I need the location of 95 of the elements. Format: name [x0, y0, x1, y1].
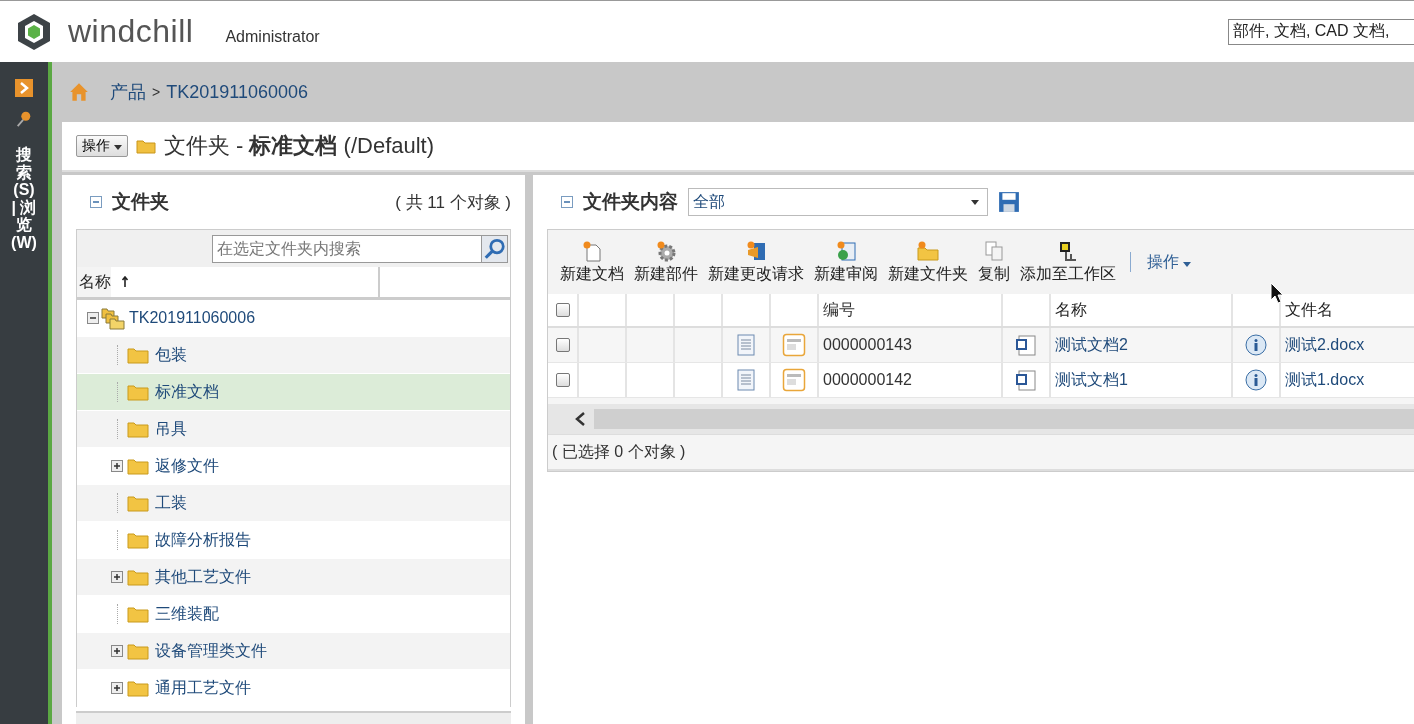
- toolbar-button[interactable]: 新建文档: [556, 237, 628, 287]
- tree-label[interactable]: 其他工艺文件: [155, 566, 251, 588]
- folder-icon: [127, 494, 149, 512]
- breadcrumb-link[interactable]: 产品: [110, 80, 146, 104]
- folder-icon: [127, 383, 149, 401]
- template-icon: [782, 368, 806, 392]
- word-file-icon: [1014, 333, 1038, 357]
- word-file-icon: [1014, 368, 1038, 392]
- logo-text: windchill: [68, 13, 194, 50]
- tree-label[interactable]: 标准文档: [155, 381, 219, 403]
- new-document-icon: [582, 239, 602, 262]
- caret-icon: [1183, 261, 1192, 267]
- change-request-icon: [746, 239, 766, 262]
- gear-icon: [656, 239, 676, 262]
- workspace-icon: [1058, 239, 1078, 262]
- tree-row[interactable]: 工装: [77, 485, 510, 522]
- expand-icon[interactable]: [111, 682, 123, 694]
- info-icon[interactable]: [1245, 369, 1267, 391]
- panel-title: 文件夹内容: [583, 190, 678, 214]
- column-header[interactable]: 名称: [1051, 294, 1233, 326]
- folder-icon: [135, 138, 156, 154]
- toolbar-button[interactable]: 新建更改请求: [704, 237, 808, 287]
- tree-row[interactable]: 设备管理类文件: [77, 633, 510, 670]
- sort-arrow-icon[interactable]: [121, 276, 129, 288]
- save-icon[interactable]: [998, 191, 1020, 213]
- toolbar-button[interactable]: 新建审阅: [810, 237, 882, 287]
- tree-label[interactable]: 吊具: [155, 418, 187, 440]
- breadcrumb-link[interactable]: TK201911060006: [166, 81, 308, 103]
- view-dropdown[interactable]: 全部: [688, 188, 988, 216]
- new-folder-icon: [917, 239, 939, 262]
- collapse-icon[interactable]: [561, 196, 573, 208]
- search-icon[interactable]: [15, 110, 33, 128]
- breadcrumb-separator: >: [152, 84, 161, 100]
- tree-label[interactable]: 三维装配: [155, 603, 219, 625]
- folder-icon: [127, 420, 149, 438]
- tree-row[interactable]: 包装: [77, 337, 510, 374]
- table-cell: 0000000142: [819, 363, 1003, 397]
- copy-icon: [984, 239, 1004, 262]
- template-icon: [782, 333, 806, 357]
- folder-icon: [127, 531, 149, 549]
- user-name: Administrator: [225, 27, 320, 46]
- tree-label[interactable]: 设备管理类文件: [155, 640, 267, 662]
- toolbar-button[interactable]: 添加至工作区: [1016, 237, 1120, 287]
- caret-icon: [113, 145, 122, 150]
- folder-icon: [127, 679, 149, 697]
- tree-label[interactable]: 工装: [155, 492, 187, 514]
- toolbar-button[interactable]: 新建文件夹: [884, 237, 972, 287]
- toolbar-button[interactable]: 新建部件: [630, 237, 702, 287]
- folder-icon: [127, 642, 149, 660]
- scroll-left-icon[interactable]: [574, 411, 586, 427]
- caret-icon: [971, 199, 979, 205]
- collapse-icon[interactable]: [90, 196, 102, 208]
- tree-label[interactable]: 故障分析报告: [155, 529, 251, 551]
- tree-label[interactable]: 返修文件: [155, 455, 219, 477]
- search-field[interactable]: 部件, 文档, CAD 文档,: [1228, 18, 1414, 45]
- tree-row[interactable]: 吊具: [77, 411, 510, 448]
- row-checkbox[interactable]: [555, 338, 570, 352]
- search-browse-tab[interactable]: 搜索(S) | 浏览(W): [9, 146, 39, 252]
- review-icon: [836, 239, 856, 262]
- expand-icon[interactable]: [111, 571, 123, 583]
- row-checkbox[interactable]: [555, 373, 570, 387]
- file-link[interactable]: 测试2.docx: [1285, 334, 1365, 356]
- select-all-checkbox[interactable]: [555, 303, 570, 317]
- tree-label[interactable]: TK201911060006: [129, 309, 256, 327]
- folder-icon: [127, 457, 149, 475]
- expand-icon[interactable]: [111, 645, 123, 657]
- folder-icon: [127, 605, 149, 623]
- folder-icon: [127, 568, 149, 586]
- actions-menu[interactable]: 操作: [1141, 250, 1198, 274]
- search-icon[interactable]: [482, 234, 508, 263]
- tree-row[interactable]: 其他工艺文件: [77, 559, 510, 596]
- folders-icon: [101, 306, 125, 330]
- folder-search-field[interactable]: 在选定文件夹内搜索: [212, 234, 482, 263]
- folder-icon: [127, 346, 149, 364]
- actions-button[interactable]: 操作: [76, 135, 128, 157]
- column-header[interactable]: 编号: [819, 294, 1003, 326]
- file-link[interactable]: 测试1.docx: [1285, 369, 1365, 391]
- tree-label[interactable]: 包装: [155, 344, 187, 366]
- column-header[interactable]: 名称: [77, 267, 111, 297]
- info-icon[interactable]: [1245, 334, 1267, 356]
- expand-icon[interactable]: [111, 460, 123, 472]
- document-link[interactable]: 测试文档1: [1055, 369, 1128, 391]
- tree-label[interactable]: 通用工艺文件: [155, 677, 251, 699]
- collapse-icon[interactable]: [87, 312, 99, 324]
- toolbar-button[interactable]: 复制: [974, 237, 1014, 287]
- tree-row[interactable]: 标准文档: [77, 374, 510, 411]
- object-count: ( 共 11 个对象 ): [395, 191, 511, 214]
- document-link[interactable]: 测试文档2: [1055, 334, 1128, 356]
- column-header[interactable]: 文件名: [1281, 294, 1414, 326]
- selection-status: ( 已选择 0 个对象 ): [548, 434, 1414, 471]
- document-icon: [737, 334, 755, 356]
- page-title: 文件夹 - 标准文档 (/Default): [163, 132, 435, 160]
- expand-icon[interactable]: [14, 78, 34, 98]
- panel-title: 文件夹: [112, 190, 169, 214]
- document-icon: [737, 369, 755, 391]
